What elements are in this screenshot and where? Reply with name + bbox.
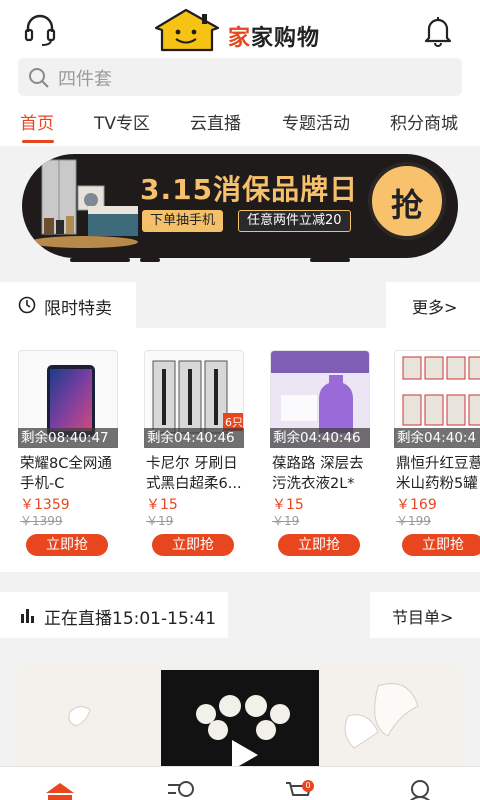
product-name: 鼎恒升红豆薏米山药粉5罐	[396, 456, 480, 492]
product-name: 葆路路 深层去污洗衣液2L*	[272, 456, 364, 492]
flash-sale-more-label: 更多>	[412, 298, 458, 317]
tab-points-mall[interactable]: 积分商城	[390, 109, 458, 134]
flash-sale-title: 限时特卖	[44, 299, 112, 319]
product-original-price: ￥19	[272, 514, 300, 528]
banner-grab-label: 抢	[390, 186, 423, 224]
product-price: ￥15	[146, 497, 178, 513]
live-title: 正在直播15:01-15:41	[44, 609, 217, 629]
banner-discount-pill: 任意两件立减20	[238, 210, 351, 232]
bell-icon[interactable]	[420, 12, 456, 48]
banner-decor-dash	[70, 258, 130, 262]
buy-now-button[interactable]: 立即抢	[278, 534, 360, 556]
tab-home[interactable]: 首页	[20, 109, 54, 134]
home-icon[interactable]	[44, 779, 76, 800]
buy-now-button[interactable]: 立即抢	[152, 534, 234, 556]
search-bar[interactable]: 四件套	[18, 58, 462, 96]
bar-chart-icon	[21, 609, 34, 623]
live-video-thumbnail	[18, 666, 462, 776]
tab-tv-zone[interactable]: TV专区	[94, 109, 150, 134]
product-countdown: 剩余08:40:47	[18, 428, 118, 448]
tab-cloud-live[interactable]: 云直播	[190, 109, 241, 134]
product-original-price: ￥1399	[20, 514, 63, 528]
product-name: 卡尼尔 牙刷日式黑白超柔6...	[146, 456, 242, 492]
app-screen: 家家购物 四件套 首页 TV专区 云直播 专题活动 积分商城 3.15消保品牌日…	[0, 0, 480, 800]
banner-lottery-pill: 下单抽手机	[142, 210, 224, 232]
product-countdown: 剩余04:40:46	[144, 428, 244, 448]
buy-now-button[interactable]: 立即抢	[26, 534, 108, 556]
flash-sale-header: 限时特卖	[0, 282, 136, 328]
banner-decor-dash	[310, 258, 350, 262]
flash-sale-products: 剩余08:40:47 荣耀8C全网通手机-C ￥1359 ￥1399 立即抢 6…	[0, 328, 480, 572]
product-countdown: 剩余04:40:4	[394, 428, 480, 448]
banner-grab-button[interactable]: 抢	[368, 162, 446, 240]
schedule-label: 节目单>	[392, 608, 454, 627]
appliances-illustration	[30, 159, 138, 248]
product-countdown: 剩余04:40:46	[270, 428, 370, 448]
live-header: 正在直播15:01-15:41	[0, 592, 228, 638]
logo-brand-rest: 家购物	[251, 26, 321, 51]
product-original-price: ￥199	[396, 514, 431, 528]
category-tabs: 首页 TV专区 云直播 专题活动 积分商城	[0, 100, 480, 146]
clock-icon	[18, 296, 36, 314]
headset-icon[interactable]	[22, 12, 58, 48]
cart-count-badge: 0	[302, 780, 314, 792]
live-video-card[interactable]	[18, 666, 462, 776]
active-tab-indicator	[22, 140, 54, 143]
search-icon	[29, 68, 49, 88]
flash-sale-more-button[interactable]: 更多>	[386, 282, 480, 328]
logo-text: 家家购物	[228, 20, 320, 52]
logo-brand-prefix: 家	[228, 26, 252, 51]
product-original-price: ￥19	[146, 514, 174, 528]
banner-title: 3.15消保品牌日	[140, 173, 359, 206]
product-price: ￥1359	[20, 497, 70, 513]
category-search-icon[interactable]	[166, 779, 198, 800]
user-icon[interactable]	[406, 779, 434, 800]
header: 家家购物 四件套	[0, 0, 480, 100]
search-placeholder: 四件套	[58, 69, 112, 90]
promo-banner[interactable]: 3.15消保品牌日 下单抽手机 任意两件立减20 抢	[22, 154, 458, 258]
product-price: ￥169	[396, 497, 437, 513]
buy-now-button[interactable]: 立即抢	[402, 534, 480, 556]
product-price: ￥15	[272, 497, 304, 513]
logo-house-icon	[154, 8, 220, 52]
promo-banner-area: 3.15消保品牌日 下单抽手机 任意两件立减20 抢	[0, 146, 480, 282]
tab-special-events[interactable]: 专题活动	[282, 109, 350, 134]
bottom-navigation	[0, 766, 480, 800]
schedule-button[interactable]: 节目单>	[370, 592, 480, 638]
product-name: 荣耀8C全网通手机-C	[20, 456, 112, 492]
banner-decor-dash	[140, 258, 160, 262]
